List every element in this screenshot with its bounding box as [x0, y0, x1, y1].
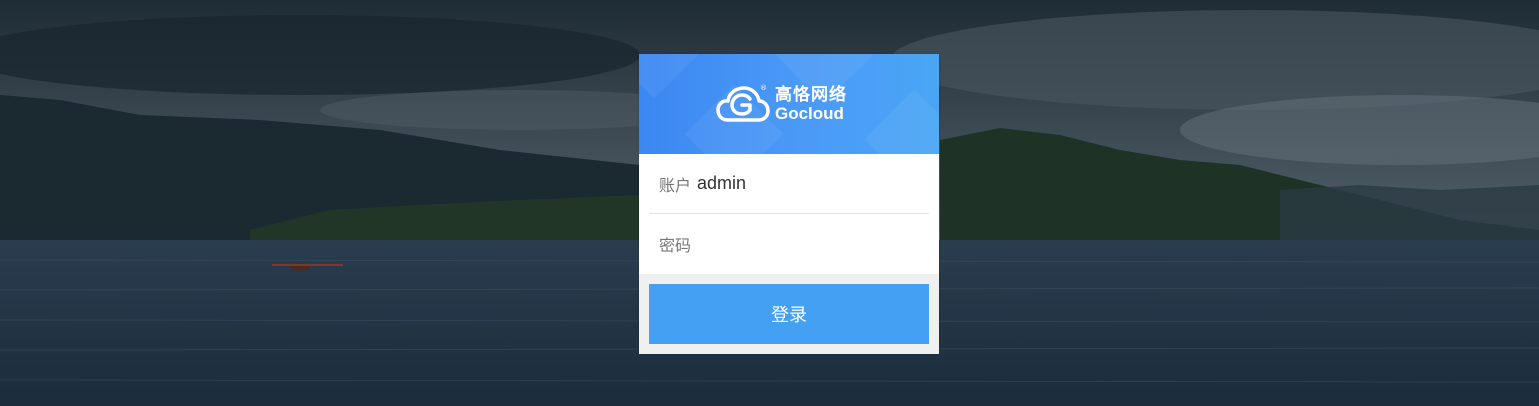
- account-row: 账户: [649, 154, 929, 214]
- registered-mark: ®: [760, 84, 767, 92]
- password-label: 密码: [659, 236, 692, 255]
- login-button[interactable]: 登录: [649, 284, 929, 344]
- brand-logo: ® 高恪网络 Gocloud: [716, 82, 847, 126]
- brand-wordmark: 高恪网络 Gocloud: [775, 84, 847, 123]
- login-form: 账户 密码: [639, 154, 939, 274]
- login-panel: ® 高恪网络 Gocloud 账户 密码 登录: [639, 54, 939, 354]
- brand-name-cn: 高恪网络: [775, 84, 847, 105]
- account-label: 账户: [659, 175, 692, 195]
- cloud-logo-icon: ®: [716, 84, 770, 122]
- brand-name-en: Gocloud: [775, 103, 844, 123]
- password-row: 密码: [649, 214, 929, 274]
- password-input[interactable]: [697, 226, 929, 262]
- brand-header: ® 高恪网络 Gocloud: [639, 54, 939, 154]
- account-input[interactable]: [697, 165, 929, 202]
